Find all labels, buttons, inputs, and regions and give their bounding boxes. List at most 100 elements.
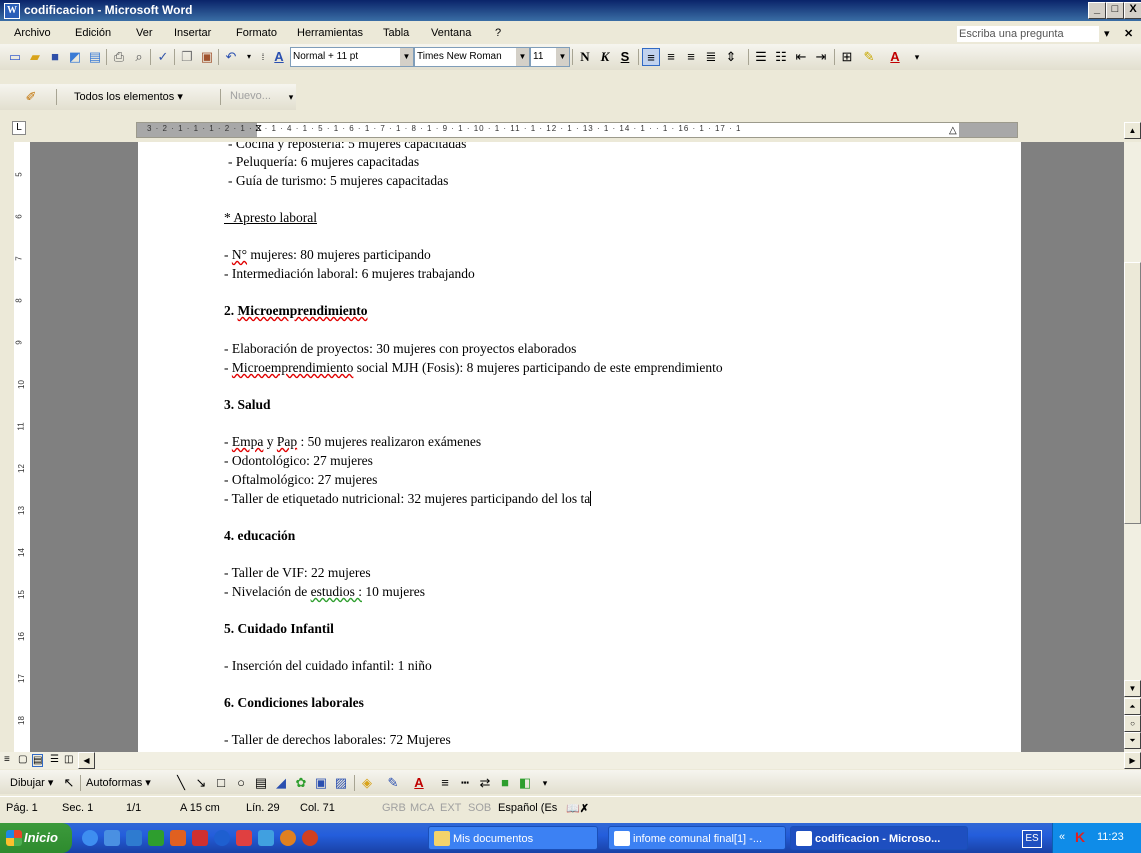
italic-button[interactable]: K [596, 48, 614, 66]
chevron-down-icon[interactable]: ▾ [1104, 27, 1110, 40]
arrow-icon[interactable]: ↘ [192, 774, 210, 792]
close-document-icon[interactable]: ✕ [1124, 27, 1133, 40]
maximize-button[interactable]: □ [1106, 2, 1124, 19]
indent-marker-icon[interactable]: ⧖ [255, 123, 262, 134]
horizontal-ruler[interactable]: 3 · 2 · 1 · 1 · 1 · 2 · 1 · 3 · 1 · 4 · … [136, 122, 1018, 138]
normal-view-icon[interactable]: ≡ [4, 754, 10, 765]
toolbar-options-icon[interactable]: ▾ [282, 88, 300, 106]
task-mis-documentos[interactable]: Mis documentos [428, 826, 598, 850]
web-view-icon[interactable]: ▢ [18, 754, 27, 765]
close-button[interactable]: X [1124, 2, 1141, 19]
select-objects-icon[interactable]: ↖ [60, 774, 78, 792]
show-markup-dropdown[interactable]: Todos los elementos ▾ [74, 90, 183, 103]
status-col[interactable]: Col. 71 [300, 802, 335, 814]
new-comment-button[interactable]: Nuevo... [230, 90, 271, 102]
align-center-icon[interactable]: ≡ [662, 48, 680, 66]
status-section[interactable]: Sec. 1 [62, 802, 93, 814]
underline-button[interactable]: S [616, 48, 634, 66]
line-color-icon[interactable]: ✎ [384, 774, 402, 792]
align-right-icon[interactable]: ≡ [682, 48, 700, 66]
acrobat-icon[interactable] [192, 830, 208, 846]
style-combo[interactable]: Normal + 11 pt ▼ [290, 47, 414, 67]
status-page[interactable]: Pág. 1 [6, 802, 38, 814]
shadow-icon[interactable]: ■ [496, 774, 514, 792]
previous-page-icon[interactable]: ⏶ [1124, 698, 1141, 715]
outline-view-icon[interactable]: ☰ [50, 754, 59, 765]
autoshapes-menu[interactable]: Autoformas ▾ [86, 776, 151, 789]
browser-icon[interactable] [214, 830, 230, 846]
document-page[interactable]: - Cocina y repostería: 5 mujeres capacit… [138, 142, 1021, 752]
powerpoint-icon[interactable] [170, 830, 186, 846]
wordart-icon[interactable]: ◢ [272, 774, 290, 792]
task-codificacion[interactable]: codificacion - Microso... [790, 826, 968, 850]
document-area[interactable]: - Cocina y repostería: 5 mujeres capacit… [30, 142, 1124, 752]
reading-view-icon[interactable]: ◫ [64, 754, 73, 765]
vertical-scrollbar[interactable]: ▼ ⏶ ○ ⏷ [1124, 142, 1141, 752]
language-indicator[interactable]: ES [1022, 830, 1042, 848]
fill-color-icon[interactable]: ◈ [358, 774, 376, 792]
email-icon[interactable]: ▤ [86, 48, 104, 66]
styles-icon[interactable]: A [270, 48, 288, 66]
status-mca[interactable]: MCA [410, 802, 434, 814]
display-for-review-icon[interactable]: ✐ [22, 88, 40, 106]
highlight-icon[interactable]: ✎ [860, 48, 878, 66]
font-color-icon[interactable]: A [410, 774, 428, 792]
chevron-down-icon[interactable]: ▼ [516, 48, 529, 66]
right-indent-marker-icon[interactable]: △ [949, 125, 957, 136]
print-preview-icon[interactable]: ⌕ [130, 48, 148, 66]
menu-archivo[interactable]: Archivo [14, 27, 51, 39]
scroll-right-icon[interactable]: ▶ [1124, 752, 1141, 769]
spelling-icon[interactable]: ✓ [154, 48, 172, 66]
task-informe-comunal[interactable]: infome comunal final[1] -... [608, 826, 786, 850]
bullets-icon[interactable]: ☷ [772, 48, 790, 66]
menu-formato[interactable]: Formato [236, 27, 277, 39]
oval-icon[interactable]: ○ [232, 774, 250, 792]
print-layout-icon[interactable]: ▤ [32, 754, 44, 767]
scroll-left-icon[interactable]: ◀ [78, 752, 95, 769]
undo-icon[interactable]: ↶ [222, 48, 240, 66]
clock[interactable]: 11:23 [1097, 831, 1124, 843]
open-folder-icon[interactable]: ▰ [26, 48, 44, 66]
increase-indent-icon[interactable]: ⇥ [812, 48, 830, 66]
menu-help[interactable]: ? [495, 27, 501, 39]
borders-icon[interactable]: ⊞ [838, 48, 856, 66]
status-language[interactable]: Español (Es [498, 802, 557, 814]
save-icon[interactable]: ■ [46, 48, 64, 66]
excel-icon[interactable] [148, 830, 164, 846]
permission-icon[interactable]: ◩ [66, 48, 84, 66]
toolbar-options-icon[interactable]: ▾ [908, 48, 926, 66]
expand-tray-icon[interactable]: « [1059, 831, 1065, 843]
status-ext[interactable]: EXT [440, 802, 461, 814]
ask-question-input[interactable]: Escriba una pregunta [957, 26, 1099, 42]
font-combo[interactable]: Times New Roman ▼ [414, 47, 530, 67]
new-document-icon[interactable]: ▭ [6, 48, 24, 66]
font-color-icon[interactable]: A [886, 48, 904, 66]
3d-icon[interactable]: ◧ [516, 774, 534, 792]
word-icon[interactable] [126, 830, 142, 846]
browse-object-icon[interactable]: ○ [1124, 715, 1141, 732]
firefox-icon[interactable] [302, 830, 318, 846]
status-grb[interactable]: GRB [382, 802, 406, 814]
status-at[interactable]: A 15 cm [180, 802, 220, 814]
bold-button[interactable]: N [576, 48, 594, 66]
next-page-icon[interactable]: ⏷ [1124, 732, 1141, 749]
media-icon[interactable] [104, 830, 120, 846]
antivirus-icon[interactable]: K [1075, 829, 1085, 845]
messenger-icon[interactable] [258, 830, 274, 846]
split-view-icon[interactable]: ▲ [1124, 122, 1141, 139]
copy-icon[interactable]: ❐ [178, 48, 196, 66]
horizontal-scrollbar[interactable]: ≡ ▢ ▤ ☰ ◫ ◀ ▶ [0, 752, 1141, 769]
status-pages[interactable]: 1/1 [126, 802, 141, 814]
line-style-icon[interactable]: ≡ [436, 774, 454, 792]
justify-icon[interactable]: ≣ [702, 48, 720, 66]
scroll-thumb[interactable] [1124, 262, 1141, 524]
spelling-status-icon[interactable]: 📖✗ [566, 802, 589, 815]
menu-edicion[interactable]: Edición [75, 27, 111, 39]
line-icon[interactable]: ╲ [172, 774, 190, 792]
paste-icon[interactable]: ▣ [198, 48, 216, 66]
menu-insertar[interactable]: Insertar [174, 27, 211, 39]
decrease-indent-icon[interactable]: ⇤ [792, 48, 810, 66]
rectangle-icon[interactable]: □ [212, 774, 230, 792]
menu-ventana[interactable]: Ventana [431, 27, 471, 39]
font-size-combo[interactable]: 11 ▼ [530, 47, 570, 67]
